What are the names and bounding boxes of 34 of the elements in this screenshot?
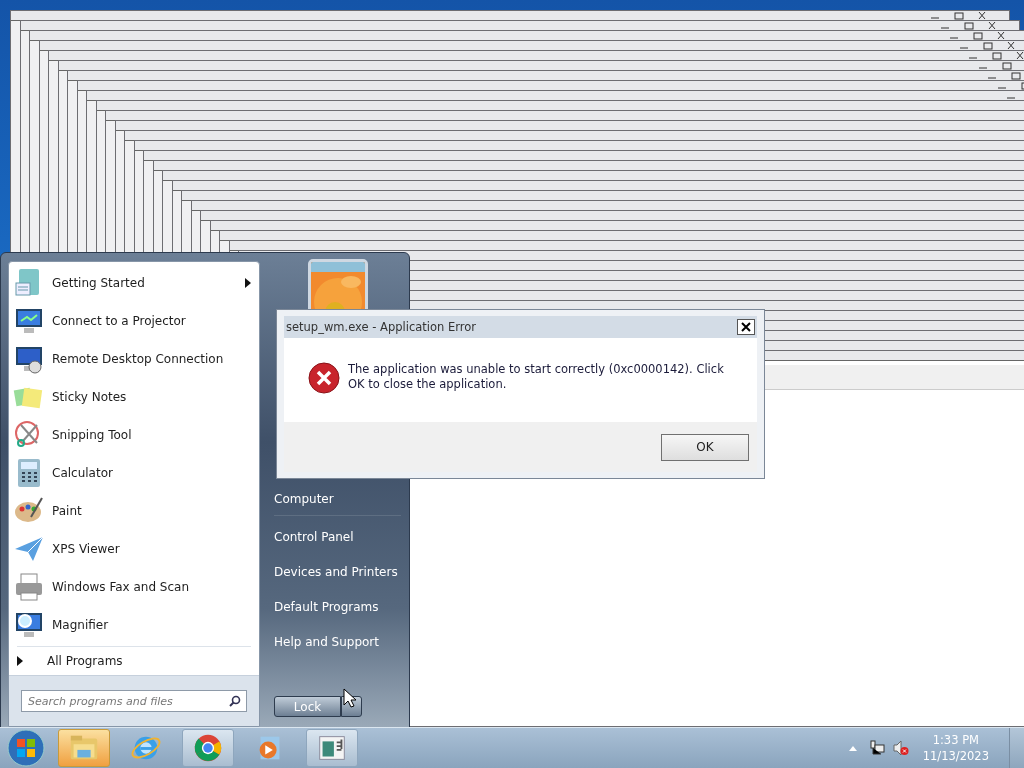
printer-icon [13,571,45,603]
clock-time: 1:33 PM [932,732,979,748]
start-menu-link[interactable]: Devices and Printers [274,554,401,589]
start-menu-link[interactable]: Default Programs [274,589,401,624]
program-item[interactable]: Paint [9,492,259,530]
start-menu-link[interactable]: Control Panel [274,519,401,554]
program-item[interactable]: XPS Viewer [9,530,259,568]
program-item[interactable]: Sticky Notes [9,378,259,416]
search-icon [229,695,241,707]
muted-speaker-icon[interactable] [892,740,909,756]
program-item[interactable]: Connect to a Projector [9,302,259,340]
start-button[interactable] [6,728,46,768]
start-menu-link[interactable]: Computer [274,483,401,516]
show-desktop-button[interactable] [1009,728,1024,768]
close-button[interactable] [737,319,755,335]
clock-date: 11/13/2023 [922,748,989,764]
error-message: The application was unable to start correctly (0xc0000142). Click OK to close the application. [348,362,725,393]
taskbar-button[interactable] [58,729,110,767]
start-menu-link[interactable]: Help and Support [274,624,401,659]
error-icon [308,362,340,394]
program-item[interactable]: Getting Started [9,264,259,302]
taskbar-button[interactable] [182,729,234,767]
dialog-title: setup_wm.exe - Application Error [286,320,476,334]
program-item[interactable]: Magnifier [9,606,259,644]
cursor-icon [343,688,356,708]
program-item[interactable]: Windows Fax and Scan [9,568,259,606]
search-field[interactable]: Search programs and files [21,690,247,712]
network-icon[interactable] [868,740,885,756]
arrow-icon [17,656,23,666]
program-item[interactable]: Remote Desktop Connection [9,340,259,378]
program-item[interactable]: Snipping Tool [9,416,259,454]
ok-button[interactable]: OK [661,433,749,461]
taskbar-button[interactable] [306,729,358,767]
program-item[interactable]: Calculator [9,454,259,492]
